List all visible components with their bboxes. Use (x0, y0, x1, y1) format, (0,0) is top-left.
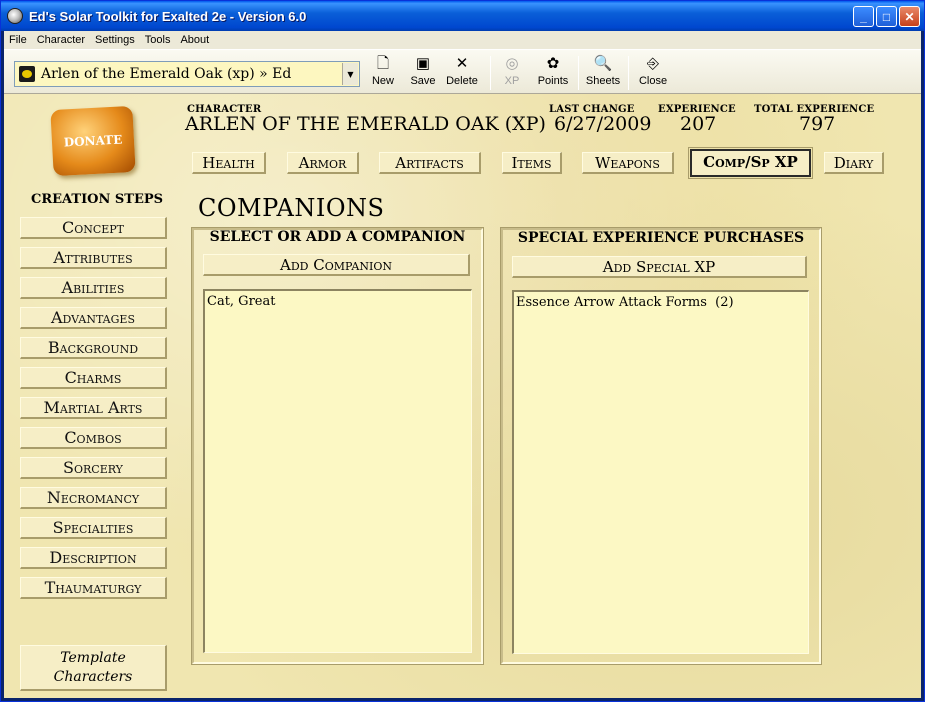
xp-disc-icon: ◎ (505, 55, 519, 72)
tab-artifacts[interactable]: Artifacts (379, 152, 481, 174)
app-window: Ed's Solar Toolkit for Exalted 2e - Vers… (0, 0, 925, 702)
new-document-icon: 🗋 (376, 55, 390, 72)
character-icon (19, 66, 35, 82)
companions-title: SELECT OR ADD A COMPANION (209, 229, 466, 245)
tab-diary[interactable]: Diary (824, 152, 884, 174)
sheets-magnifier-icon: 🔍 (593, 55, 613, 72)
main-panel: DONATE CREATION STEPS Concept Attributes… (4, 94, 921, 698)
total-experience-value: 797 (799, 113, 836, 135)
close-icon: ✕ (904, 9, 915, 24)
tab-health[interactable]: Health (192, 152, 266, 174)
save-button-label: Save (410, 75, 436, 87)
close-button-label: Close (638, 75, 668, 87)
step-description[interactable]: Description (20, 547, 167, 569)
step-combos[interactable]: Combos (20, 427, 167, 449)
special-xp-list[interactable]: Essence Arrow Attack Forms (2) (512, 290, 809, 654)
step-charms[interactable]: Charms (20, 367, 167, 389)
points-button-label: Points (537, 75, 569, 87)
tab-armor[interactable]: Armor (287, 152, 359, 174)
minimize-icon: _ (860, 9, 867, 24)
tab-comp-sp-xp[interactable]: Comp/Sp XP (688, 147, 813, 179)
delete-x-icon: ✕ (455, 55, 469, 72)
add-special-xp-button[interactable]: Add Special XP (512, 256, 807, 278)
donate-label: DONATE (63, 132, 123, 150)
sheets-button-label: Sheets (585, 75, 621, 87)
step-abilities[interactable]: Abilities (20, 277, 167, 299)
template-label-line2: Characters (53, 669, 133, 685)
delete-button[interactable]: ✕ Delete (444, 53, 480, 93)
character-name: ARLEN OF THE EMERALD OAK (XP) (185, 113, 546, 135)
add-companion-button[interactable]: Add Companion (203, 254, 470, 276)
delete-button-label: Delete (446, 75, 478, 87)
maximize-icon: □ (882, 9, 891, 24)
last-change-value: 6/27/2009 (554, 113, 652, 135)
special-xp-title: SPECIAL EXPERIENCE PURCHASES (517, 230, 805, 246)
step-martial-arts[interactable]: Martial Arts (20, 397, 167, 419)
chevron-down-icon[interactable]: ▼ (342, 63, 358, 85)
points-button[interactable]: ✿ Points (536, 53, 570, 93)
menu-about[interactable]: About (175, 34, 214, 46)
floppy-disk-icon: ▣ (415, 55, 431, 72)
step-specialties[interactable]: Specialties (20, 517, 167, 539)
app-icon[interactable] (7, 8, 23, 24)
xp-button-label: XP (504, 75, 520, 87)
menu-tools[interactable]: Tools (140, 34, 176, 46)
toolbar: Arlen of the Emerald Oak (xp) » Ed ▼ 🗋 N… (4, 49, 921, 94)
step-sorcery[interactable]: Sorcery (20, 457, 167, 479)
toolbar-separator (578, 56, 579, 90)
list-item[interactable]: Cat, Great (207, 294, 469, 311)
new-button-label: New (371, 75, 394, 87)
points-icon: ✿ (546, 55, 560, 72)
title-bar: Ed's Solar Toolkit for Exalted 2e - Vers… (1, 1, 924, 31)
companions-list[interactable]: Cat, Great (203, 289, 472, 653)
step-background[interactable]: Background (20, 337, 167, 359)
new-button[interactable]: 🗋 New (370, 53, 396, 93)
step-thaumaturgy[interactable]: Thaumaturgy (20, 577, 167, 599)
toolbar-separator (490, 56, 491, 90)
save-button[interactable]: ▣ Save (408, 53, 438, 93)
creation-steps-title: CREATION STEPS (30, 192, 164, 207)
menu-file[interactable]: File (4, 34, 32, 46)
minimize-button[interactable]: _ (853, 6, 874, 27)
toolbar-separator (628, 56, 629, 90)
sheets-button[interactable]: 🔍 Sheets (586, 53, 620, 93)
close-button[interactable]: ⎆ Close (638, 53, 668, 93)
template-characters-button[interactable]: Template Characters (20, 645, 167, 691)
character-select[interactable]: Arlen of the Emerald Oak (xp) » Ed ▼ (14, 61, 360, 87)
template-label-line1: Template (60, 650, 126, 666)
menu-character[interactable]: Character (32, 34, 90, 46)
list-item[interactable]: Essence Arrow Attack Forms (2) (516, 295, 806, 312)
character-select-value: Arlen of the Emerald Oak (xp) » Ed (41, 66, 292, 82)
step-concept[interactable]: Concept (20, 217, 167, 239)
window-title: Ed's Solar Toolkit for Exalted 2e - Vers… (29, 8, 307, 24)
experience-value: 207 (680, 113, 717, 135)
step-necromancy[interactable]: Necromancy (20, 487, 167, 509)
menu-bar: File Character Settings Tools About (4, 31, 921, 49)
maximize-button[interactable]: □ (876, 6, 897, 27)
exit-door-icon: ⎆ (646, 55, 659, 72)
menu-settings[interactable]: Settings (90, 34, 140, 46)
tab-items[interactable]: Items (502, 152, 562, 174)
xp-button[interactable]: ◎ XP (500, 53, 524, 93)
step-attributes[interactable]: Attributes (20, 247, 167, 269)
donate-button[interactable]: DONATE (50, 105, 136, 177)
step-advantages[interactable]: Advantages (20, 307, 167, 329)
page-title: COMPANIONS (198, 194, 385, 222)
tab-weapons[interactable]: Weapons (582, 152, 674, 174)
close-window-button[interactable]: ✕ (899, 6, 920, 27)
